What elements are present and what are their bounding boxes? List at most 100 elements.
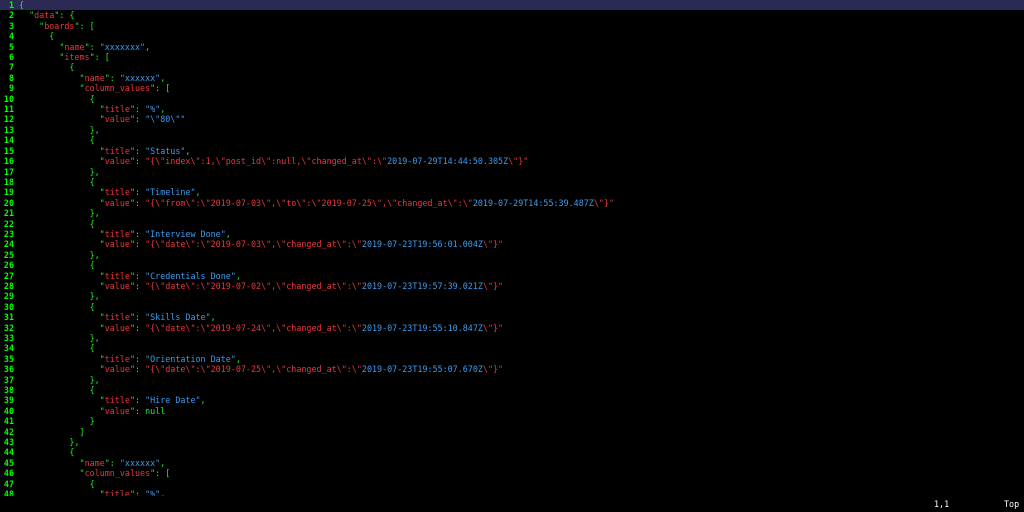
code-line[interactable]: 18 { xyxy=(0,177,1024,187)
code-line[interactable]: 43 }, xyxy=(0,437,1024,447)
json-string-token: "Hire Date" xyxy=(145,395,201,406)
code-line[interactable]: 12 "value": "\"80\"" xyxy=(0,114,1024,124)
code-line[interactable]: 16 "value": "{\"index\":1,\"post_id\":nu… xyxy=(0,156,1024,166)
code-line[interactable]: 42 ] xyxy=(0,427,1024,437)
punctuation-token: { xyxy=(19,135,95,146)
code-text: { xyxy=(19,219,1024,229)
code-text: ] xyxy=(19,427,1024,437)
code-line[interactable]: 9 "column_values": [ xyxy=(0,83,1024,93)
punctuation-token: " xyxy=(19,457,85,468)
code-text: "value": "{\"index\":1,\"post_id\":null,… xyxy=(19,156,1024,166)
code-line[interactable]: 26 { xyxy=(0,260,1024,270)
punctuation-token: ": xyxy=(104,72,120,83)
punctuation-token: " xyxy=(19,312,105,323)
line-number: 11 xyxy=(3,104,14,115)
punctuation-token: , xyxy=(145,41,151,52)
punctuation-token: { xyxy=(19,31,55,42)
code-line[interactable]: 40 "value": null xyxy=(0,406,1024,416)
line-number: 46 xyxy=(3,468,14,479)
code-line[interactable]: 36 "value": "{\"date\":\"2019-07-25\",\"… xyxy=(0,364,1024,374)
code-line[interactable]: 17 }, xyxy=(0,167,1024,177)
line-number: 36 xyxy=(3,364,14,375)
code-line[interactable]: 45 "name": "xxxxxx", xyxy=(0,458,1024,468)
punctuation-token: ": xyxy=(129,364,146,375)
code-line[interactable]: 14 { xyxy=(0,135,1024,145)
punctuation-token: { xyxy=(19,343,95,354)
line-number: 16 xyxy=(3,156,14,167)
code-line[interactable]: 37 }, xyxy=(0,375,1024,385)
code-text: { xyxy=(19,94,1024,104)
code-line[interactable]: 5 "name": "xxxxxxx", xyxy=(0,42,1024,52)
code-line[interactable]: 19 "title": "Timeline", xyxy=(0,187,1024,197)
json-string-token: 2019-07-29T14:44:50.305Z xyxy=(387,156,509,167)
code-line[interactable]: 32 "value": "{\"date\":\"2019-07-24\",\"… xyxy=(0,323,1024,333)
code-line[interactable]: 23 "title": "Interview Done", xyxy=(0,229,1024,239)
punctuation-token: { xyxy=(19,478,95,489)
code-text: "value": "{\"date\":\"2019-07-25\",\"cha… xyxy=(19,364,1024,374)
editor-buffer[interactable]: 1{2 "data": {3 "boards": [4 {5 "name": "… xyxy=(0,0,1024,496)
code-line[interactable]: 20 "value": "{\"from\":\"2019-07-03\",\"… xyxy=(0,198,1024,208)
code-line[interactable]: 6 "items": [ xyxy=(0,52,1024,62)
line-number: 43 xyxy=(3,437,14,448)
line-number: 34 xyxy=(3,343,14,354)
code-line[interactable]: 24 "value": "{\"date\":\"2019-07-03\",\"… xyxy=(0,239,1024,249)
code-text: "value": "{\"date\":\"2019-07-24\",\"cha… xyxy=(19,323,1024,333)
code-line[interactable]: 31 "title": "Skills Date", xyxy=(0,312,1024,322)
punctuation-token: ": xyxy=(129,322,146,333)
punctuation-token: ": xyxy=(84,41,100,52)
punctuation-token: " xyxy=(19,239,105,250)
line-number: 2 xyxy=(8,10,14,21)
code-line[interactable]: 33 }, xyxy=(0,333,1024,343)
line-number: 7 xyxy=(8,62,14,73)
line-number: 9 xyxy=(8,83,14,94)
punctuation-token: " xyxy=(19,72,85,83)
code-line[interactable]: 48 "title": "%", xyxy=(0,489,1024,496)
line-number: 31 xyxy=(3,312,14,323)
code-line[interactable]: 46 "column_values": [ xyxy=(0,468,1024,478)
code-line[interactable]: 1{ xyxy=(0,0,1024,11)
code-line[interactable]: 7 { xyxy=(0,62,1024,72)
json-string-token: "xxxxxxx" xyxy=(99,41,146,52)
code-line[interactable]: 15 "title": "Status", xyxy=(0,146,1024,156)
code-line[interactable]: 21 }, xyxy=(0,208,1024,218)
json-string-token: 2019-07-23T19:57:39.021Z xyxy=(361,280,483,291)
code-line[interactable]: 10 { xyxy=(0,94,1024,104)
code-text: "column_values": [ xyxy=(19,468,1024,478)
code-line[interactable]: 3 "boards": [ xyxy=(0,21,1024,31)
code-text: }, xyxy=(19,125,1024,135)
code-text: "data": { xyxy=(19,10,1024,20)
code-line[interactable]: 35 "title": "Orientation Date", xyxy=(0,354,1024,364)
punctuation-token: }, xyxy=(19,166,100,177)
code-line[interactable]: 41 } xyxy=(0,416,1024,426)
code-line[interactable]: 29 }, xyxy=(0,291,1024,301)
code-line[interactable]: 34 { xyxy=(0,343,1024,353)
code-line[interactable]: 38 { xyxy=(0,385,1024,395)
punctuation-token: , xyxy=(235,270,241,281)
json-string-token: "%" xyxy=(145,489,161,496)
code-line[interactable]: 30 { xyxy=(0,302,1024,312)
code-line[interactable]: 13 }, xyxy=(0,125,1024,135)
code-line[interactable]: 8 "name": "xxxxxx", xyxy=(0,73,1024,83)
code-line[interactable]: 22 { xyxy=(0,219,1024,229)
line-number: 32 xyxy=(3,322,14,333)
code-line[interactable]: 27 "title": "Credentials Done", xyxy=(0,271,1024,281)
code-text: "title": "%", xyxy=(19,104,1024,114)
punctuation-token: ": [ xyxy=(74,20,95,31)
line-number: 45 xyxy=(3,457,14,468)
code-line[interactable]: 4 { xyxy=(0,31,1024,41)
line-number: 33 xyxy=(3,333,14,343)
json-key-token: title xyxy=(104,270,130,281)
line-number: 26 xyxy=(3,260,14,271)
line-number: 19 xyxy=(3,187,14,198)
code-line[interactable]: 28 "value": "{\"date\":\"2019-07-02\",\"… xyxy=(0,281,1024,291)
code-line[interactable]: 11 "title": "%", xyxy=(0,104,1024,114)
code-line[interactable]: 2 "data": { xyxy=(0,10,1024,20)
code-line[interactable]: 39 "title": "Hire Date", xyxy=(0,395,1024,405)
code-line[interactable]: 44 { xyxy=(0,447,1024,457)
punctuation-token: " xyxy=(19,405,105,416)
punctuation-token: " xyxy=(19,41,65,52)
code-line[interactable]: 47 { xyxy=(0,479,1024,489)
code-text: "title": "Status", xyxy=(19,146,1024,156)
scroll-position: Top xyxy=(1004,499,1020,509)
code-line[interactable]: 25 }, xyxy=(0,250,1024,260)
